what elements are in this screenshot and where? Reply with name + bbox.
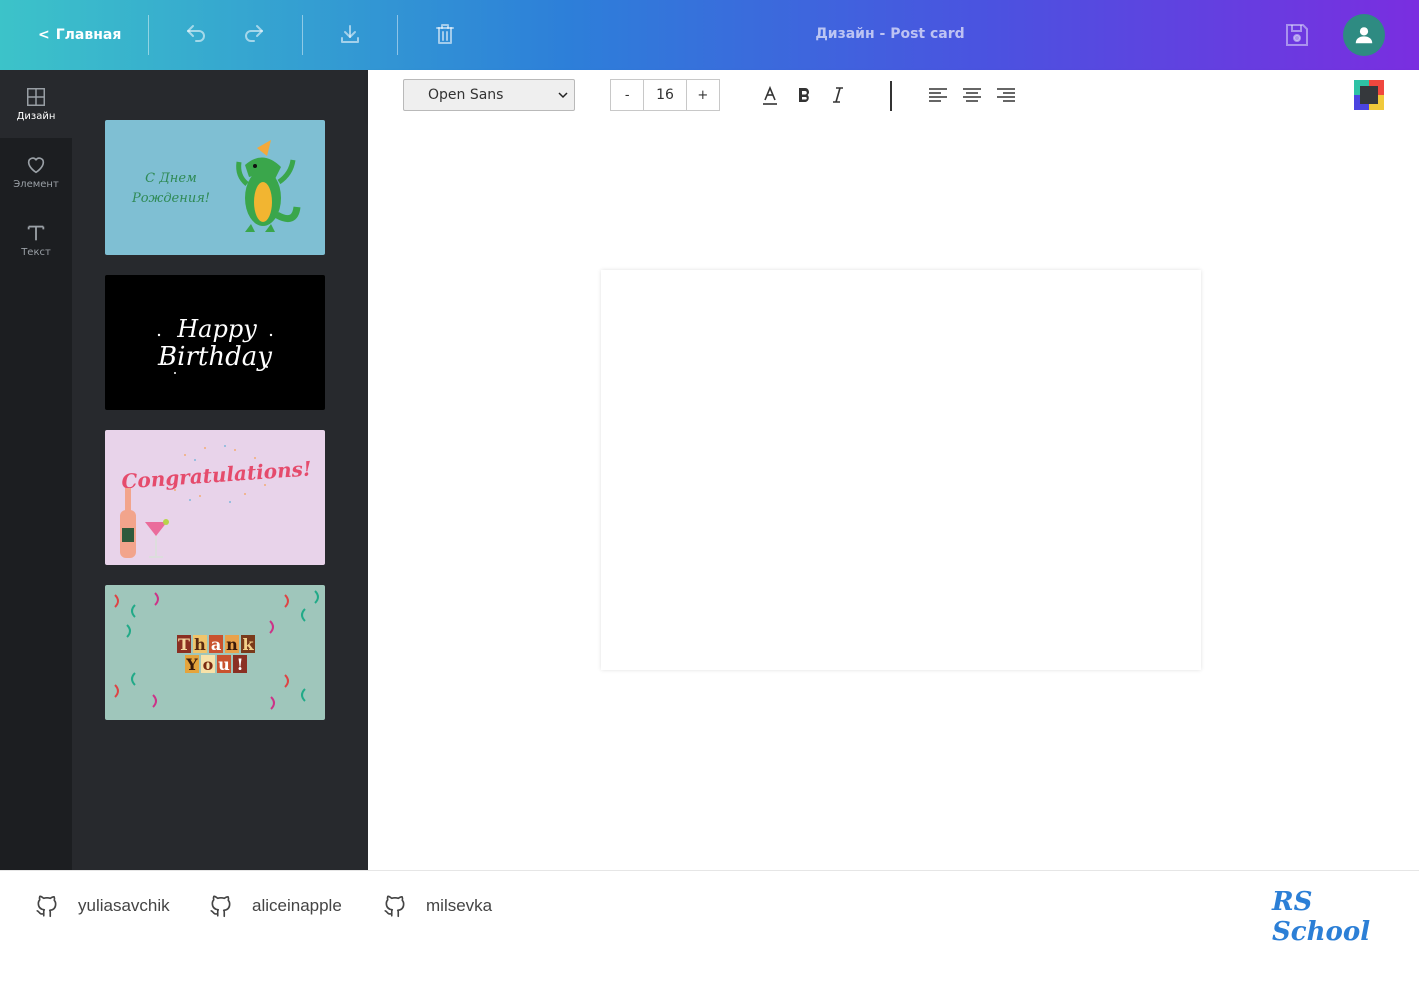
rail-item-design[interactable]: Дизайн [0, 70, 72, 138]
template-thank-you-green[interactable]: T h a n k Y o u ! [105, 585, 325, 720]
text-t-icon [27, 225, 45, 241]
font-size-input[interactable]: 16 [643, 80, 687, 110]
undo-icon[interactable] [184, 22, 208, 46]
font-size-increase-button[interactable]: + [687, 80, 719, 110]
github-icon [210, 895, 231, 918]
redo-icon[interactable] [242, 22, 266, 46]
rail-item-label: Текст [21, 247, 51, 258]
color-picker-icon[interactable] [1354, 80, 1384, 110]
tool-rail: Дизайн Элемент Текст [0, 70, 72, 870]
template-happy-birthday-black[interactable]: Happy Birthday [105, 275, 325, 410]
svg-text:Рождения!: Рождения! [131, 191, 210, 206]
github-icon [36, 895, 57, 918]
rail-item-label: Дизайн [16, 111, 56, 122]
template-birthday-crocodile[interactable]: С Днем Рождения! [105, 120, 325, 255]
top-bar: < Главная Дизайн - Post card [0, 0, 1419, 70]
svg-text:!: ! [236, 655, 243, 674]
svg-text:Y: Y [185, 655, 198, 674]
save-icon[interactable] [1283, 21, 1311, 49]
divider [397, 15, 398, 55]
home-label: Главная [55, 27, 122, 43]
back-chevron-icon: < [38, 27, 50, 43]
svg-text:u: u [218, 655, 230, 674]
footer: yuliasavchik aliceinapple milsevka RS Sc… [0, 870, 1419, 981]
github-username: aliceinapple [252, 896, 342, 915]
templates-panel: С Днем Рождения! Happy Birthday Congratu… [72, 70, 368, 870]
heart-icon [27, 157, 45, 174]
font-family-value: Open Sans [428, 87, 504, 103]
template-text: С Днем [145, 171, 197, 186]
design-canvas[interactable] [601, 270, 1201, 670]
github-username: milsevka [426, 896, 493, 915]
svg-text:a: a [211, 635, 221, 654]
download-icon[interactable] [338, 22, 362, 46]
user-avatar[interactable] [1343, 14, 1385, 56]
chevron-down-icon [558, 92, 568, 99]
align-left-icon[interactable] [927, 84, 949, 106]
document-title: Дизайн - Post card [815, 26, 965, 42]
user-icon [1355, 27, 1373, 44]
svg-text:n: n [226, 635, 238, 654]
rs-school-logo[interactable]: RS School [1272, 887, 1419, 947]
divider [148, 15, 149, 55]
svg-text:T: T [178, 635, 190, 654]
svg-text:o: o [203, 655, 214, 674]
svg-text:h: h [194, 635, 206, 654]
svg-text:k: k [242, 635, 254, 654]
template-congratulations-pink[interactable]: Congratulations! [105, 430, 325, 565]
rail-item-text[interactable]: Текст [0, 206, 72, 274]
github-icon [384, 895, 405, 918]
rail-item-element[interactable]: Элемент [0, 138, 72, 206]
font-size-decrease-button[interactable]: - [611, 80, 643, 110]
github-link[interactable]: yuliasavchik [34, 892, 170, 920]
bold-icon[interactable] [793, 84, 815, 106]
font-family-select[interactable]: Open Sans [403, 79, 575, 111]
italic-icon[interactable] [827, 84, 849, 106]
home-link[interactable]: < Главная [38, 24, 121, 46]
align-right-icon[interactable] [995, 84, 1017, 106]
github-username: yuliasavchik [78, 896, 170, 915]
font-size-stepper: - 16 + [610, 79, 720, 111]
rail-item-label: Элемент [13, 179, 59, 190]
github-link[interactable]: aliceinapple [208, 892, 342, 920]
layout-grid-icon [27, 88, 45, 106]
svg-text:Happy: Happy [176, 315, 257, 343]
font-color-icon[interactable] [759, 84, 781, 106]
divider [890, 81, 892, 111]
trash-icon[interactable] [433, 22, 457, 46]
github-link[interactable]: milsevka [382, 892, 492, 920]
divider [302, 15, 303, 55]
align-center-icon[interactable] [961, 84, 983, 106]
text-toolbar: Open Sans - 16 + [368, 70, 1419, 120]
svg-text:Birthday: Birthday [157, 342, 272, 372]
